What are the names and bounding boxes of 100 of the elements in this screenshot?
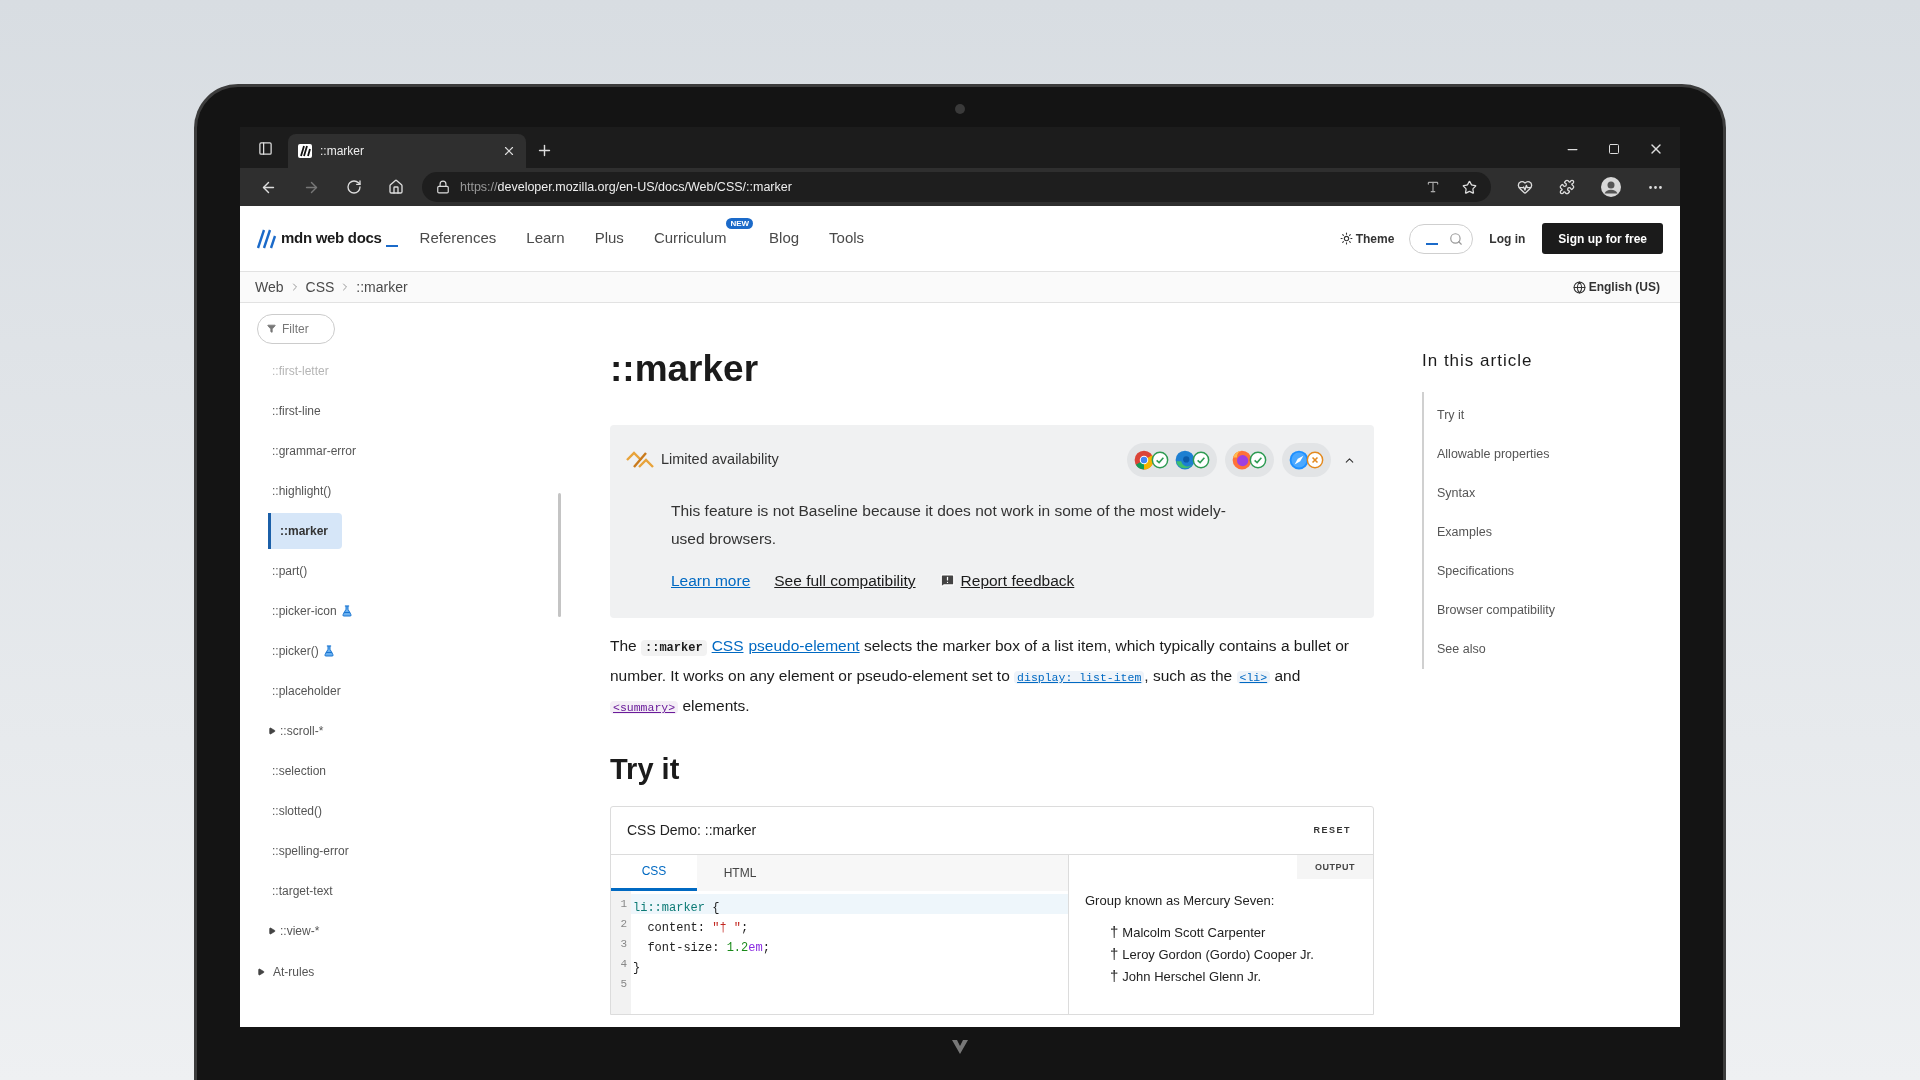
intro-paragraph: The ::marker CSS pseudo-element selects the marker box of a list item, which typically contains a bullet or number. It works on any element or pseudo-element set to display: list-item , such as the <li> and <summary> elements. [610,636,1350,717]
lock-icon [436,180,450,194]
reload-icon[interactable] [346,179,362,195]
browser-icon [1232,450,1252,470]
nav-link[interactable]: References [419,227,497,250]
toc-title: In this article [1422,350,1534,372]
sidebar-item[interactable]: ::picker-icon [272,602,353,620]
tab-title: ::marker [320,143,365,160]
line-number: 5 [619,976,628,992]
sidebar-item[interactable]: ::placeholder [272,682,341,700]
theme-button[interactable]: Theme [1339,229,1395,248]
nav-link[interactable]: Curriculum [653,227,727,250]
sidebar-item[interactable]: ::selection [272,762,327,780]
code-line: } [632,959,641,977]
signup-button[interactable]: Sign up for free [1542,223,1663,254]
code-link[interactable]: <li> [1236,671,1271,685]
breadcrumb-link[interactable]: ::marker [356,276,408,298]
output-label: OUTPUT [1297,854,1373,879]
code-link[interactable]: display: list-item [1014,671,1145,685]
code-line: font-size: 1.2em; [646,939,770,957]
demo-title: CSS Demo: ::marker [627,820,757,840]
toc-link[interactable]: Try it [1437,395,1679,435]
breadcrumb-link[interactable]: Web [255,276,284,298]
browser-icon [1134,450,1154,470]
maximize-icon[interactable] [1608,143,1620,155]
logo-cursor [385,244,398,247]
toc-link[interactable]: Browser compatibility [1437,590,1679,630]
link[interactable]: pseudo-element [748,637,860,655]
globe-icon [1572,280,1586,294]
toc-link[interactable]: Allowable properties [1437,434,1679,474]
scrollbar[interactable] [558,493,561,617]
language-button[interactable]: English (US) [1572,278,1660,296]
line-number: 4 [619,956,628,972]
feedback-link[interactable]: Report feedback [939,569,1075,593]
sidebar-item[interactable]: ::slotted() [272,802,322,820]
code-line: li::marker { [632,899,720,917]
filter-field[interactable]: Filter [257,314,335,344]
sidebar-item[interactable]: ::highlight() [272,482,332,500]
logo-text[interactable]: mdn web docs [281,227,382,250]
url-text: https://developer.mozilla.org/en-US/docs/Web/CSS/::marker [460,178,792,196]
sun-icon [1339,232,1353,245]
line-number: 1 [619,896,628,912]
nav-link[interactable]: Tools [829,227,865,250]
sidebar-item[interactable]: ::marker [268,513,343,549]
sidebar-item[interactable]: ::picker() [272,642,335,660]
banner-text: This feature is not Baseline because it does not work in some of the most widely-used browsers. [671,501,1227,549]
code-line: content: "† "; [646,919,749,937]
sidebar-toggle-icon[interactable] [258,141,273,156]
toc-link[interactable]: Syntax [1437,473,1679,513]
close-icon[interactable] [502,144,516,158]
browser-icon [1175,450,1195,470]
sidebar-item[interactable]: ::part() [272,562,308,580]
avatar-icon[interactable] [1601,177,1621,197]
heart-pulse-icon[interactable] [1517,179,1533,195]
new-tab-icon[interactable] [536,142,553,159]
browser-icon [1289,450,1309,470]
link[interactable]: CSS [711,637,744,655]
editor-tab[interactable]: HTML [697,854,783,891]
toc-link[interactable]: Examples [1437,512,1679,552]
sidebar-item[interactable]: ::grammar-error [272,442,356,460]
filter-icon [267,324,276,333]
logo-icon [298,144,312,158]
home-icon[interactable] [388,179,404,195]
text-icon[interactable] [1426,180,1440,194]
sidebar-item[interactable]: ::target-text [272,882,333,900]
section-heading: Try it [610,752,681,788]
list-item: † Leroy Gordon (Gordo) Cooper Jr. [1110,946,1315,964]
toc-link[interactable]: Specifications [1437,551,1679,591]
list-item: † Malcolm Scott Carpenter [1110,924,1267,942]
reset-button[interactable]: RESET [1313,823,1351,837]
search-icon [1449,231,1464,246]
sidebar-item[interactable]: ::first-line [272,402,321,420]
editor-tab[interactable]: CSS [611,854,697,891]
line-number: 3 [619,936,628,952]
line-number: 2 [619,916,628,932]
sidebar-group[interactable]: ::scroll-* [257,716,330,746]
learn-more-link[interactable]: Learn more [671,569,751,593]
puzzle-icon[interactable] [1559,179,1575,195]
output-heading: Group known as Mercury Seven: [1085,891,1276,910]
sidebar-section[interactable]: At-rules [257,957,567,987]
code-link[interactable]: <summary> [610,701,679,715]
list-item: † John Herschel Glenn Jr. [1110,968,1263,986]
breadcrumb-link[interactable]: CSS [305,276,335,298]
login-link[interactable]: Log in [1489,229,1526,248]
nav-link[interactable]: Blog [769,227,800,250]
nav-link[interactable]: Plus [594,227,624,250]
banner-title: Limited availability [661,450,779,470]
toc-link[interactable]: See also [1437,629,1679,669]
sidebar-item[interactable]: ::spelling-error [272,842,349,860]
compatibility-link[interactable]: See full compatibility [774,569,916,593]
browser-tab[interactable]: ::marker [288,134,526,168]
new-badge: NEW [726,218,754,230]
limited-availability-icon [625,451,655,469]
nav-link[interactable]: Learn [526,227,565,250]
page-title: ::marker [610,347,760,391]
sidebar-group[interactable]: ::view-* [257,916,326,946]
address-field[interactable]: https://developer.mozilla.org/en-US/docs/Web/CSS/::marker [422,172,1491,202]
feedback-icon [939,573,955,589]
logo-icon[interactable] [255,227,277,250]
star-icon[interactable] [1462,179,1477,195]
